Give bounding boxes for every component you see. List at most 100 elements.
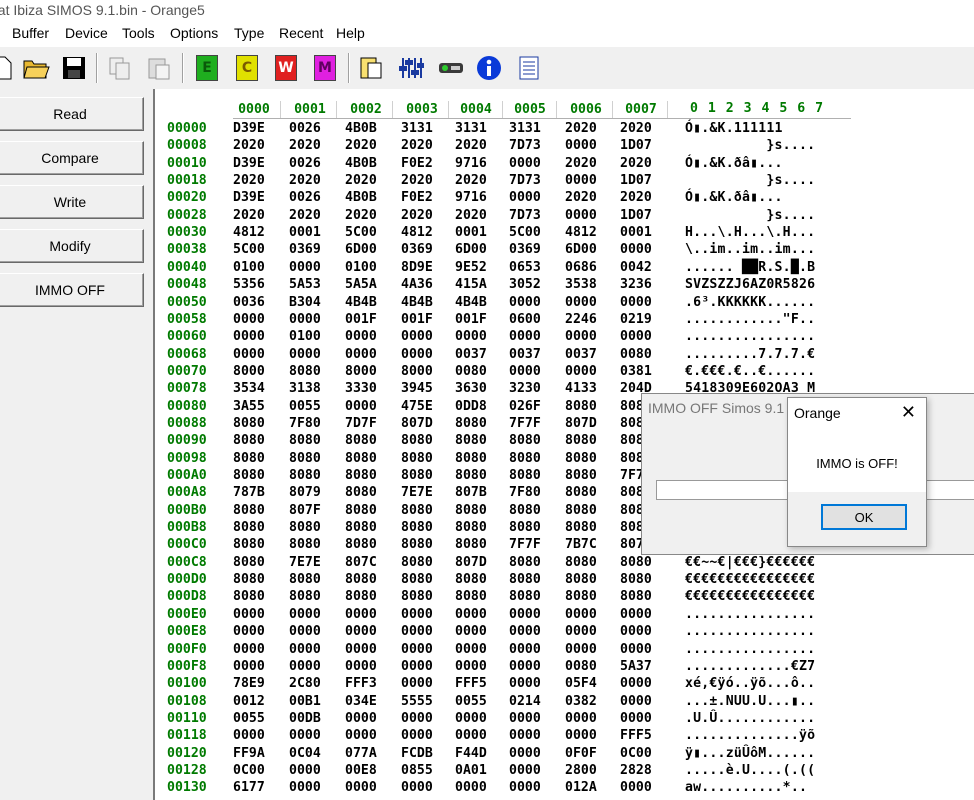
hex-cell[interactable]: 7B7C — [565, 536, 597, 553]
hex-cell[interactable]: 1D07 — [620, 137, 652, 154]
hex-cell[interactable]: 0000 — [565, 363, 597, 380]
hex-cell[interactable]: 0A01 — [455, 762, 487, 779]
hex-cell[interactable]: 8080 — [565, 571, 597, 588]
hex-cell[interactable]: 0055 — [455, 693, 487, 710]
hex-cell[interactable]: 8080 — [455, 467, 487, 484]
hex-cell[interactable]: 0000 — [345, 328, 377, 345]
hex-cell[interactable]: 0000 — [455, 641, 487, 658]
hex-cell[interactable]: 4812 — [401, 224, 433, 241]
hex-cell[interactable]: 8080 — [455, 536, 487, 553]
ascii-cell[interactable]: .....è.U....(.(( — [685, 762, 815, 779]
hex-cell[interactable]: 8080 — [289, 536, 321, 553]
compare-button[interactable]: Compare — [0, 141, 144, 175]
hex-cell[interactable]: 8080 — [289, 450, 321, 467]
hex-cell[interactable]: 8080 — [345, 588, 377, 605]
ascii-cell[interactable]: H...\.H...\.H... — [685, 224, 815, 241]
hex-cell[interactable]: FFF3 — [345, 675, 377, 692]
hex-cell[interactable]: 00DB — [289, 710, 321, 727]
hex-cell[interactable]: 8000 — [401, 363, 433, 380]
menu-tools[interactable]: Tools — [122, 25, 155, 41]
hex-cell[interactable]: 0080 — [455, 363, 487, 380]
hex-cell[interactable]: 7F80 — [509, 484, 541, 501]
hex-cell[interactable]: 2020 — [289, 172, 321, 189]
hex-cell[interactable]: 8080 — [345, 450, 377, 467]
hex-cell[interactable]: 0080 — [565, 658, 597, 675]
hex-cell[interactable]: 8080 — [289, 588, 321, 605]
hex-cell[interactable]: 8080 — [233, 588, 265, 605]
new-file-icon[interactable] — [0, 54, 16, 82]
hex-cell[interactable]: FF9A — [233, 745, 265, 762]
hex-cell[interactable]: 0100 — [345, 259, 377, 276]
hex-cell[interactable]: 0000 — [565, 137, 597, 154]
hex-cell[interactable]: 8080 — [233, 502, 265, 519]
hex-cell[interactable]: 0000 — [345, 727, 377, 744]
hex-cell[interactable]: 6D00 — [455, 241, 487, 258]
hex-cell[interactable]: 8080 — [455, 519, 487, 536]
hex-cell[interactable]: 0080 — [620, 346, 652, 363]
hex-cell[interactable]: 8080 — [401, 467, 433, 484]
hex-cell[interactable]: 0000 — [233, 641, 265, 658]
hex-cell[interactable]: 0000 — [565, 710, 597, 727]
menu-options[interactable]: Options — [170, 25, 218, 41]
hex-cell[interactable]: 7D73 — [509, 172, 541, 189]
hex-cell[interactable]: 0000 — [401, 623, 433, 640]
hex-cell[interactable]: 0000 — [620, 241, 652, 258]
hex-cell[interactable]: 8080 — [401, 450, 433, 467]
hex-cell[interactable]: 026F — [509, 398, 541, 415]
hex-cell[interactable]: 0369 — [509, 241, 541, 258]
hex-cell[interactable]: 4B4B — [345, 294, 377, 311]
hex-cell[interactable]: 5A5A — [345, 276, 377, 293]
ok-button[interactable]: OK — [821, 504, 907, 530]
ascii-cell[interactable]: aw..........*.. — [685, 779, 807, 796]
notes-icon[interactable] — [515, 54, 543, 82]
info-icon[interactable] — [475, 54, 503, 82]
hex-cell[interactable]: 001F — [345, 311, 377, 328]
ascii-cell[interactable]: ...... ██R.S.█.B — [685, 259, 815, 276]
hex-cell[interactable]: 0000 — [565, 294, 597, 311]
hex-cell[interactable]: 3131 — [455, 120, 487, 137]
menu-help[interactable]: Help — [336, 25, 365, 41]
hex-cell[interactable]: 0600 — [509, 311, 541, 328]
hex-cell[interactable]: 0000 — [289, 727, 321, 744]
hex-cell[interactable]: 2020 — [565, 120, 597, 137]
hex-cell[interactable]: 077A — [345, 745, 377, 762]
hex-cell[interactable]: 0026 — [289, 155, 321, 172]
hex-cell[interactable]: 2020 — [620, 155, 652, 172]
hex-cell[interactable]: 2828 — [620, 762, 652, 779]
hex-cell[interactable]: 0000 — [565, 623, 597, 640]
menu-device[interactable]: Device — [65, 25, 108, 41]
hex-cell[interactable]: 3534 — [233, 380, 265, 397]
hex-cell[interactable]: 8080 — [345, 571, 377, 588]
hex-cell[interactable]: 3538 — [565, 276, 597, 293]
hex-cell[interactable]: 0000 — [455, 710, 487, 727]
hex-cell[interactable]: 8080 — [289, 519, 321, 536]
hex-cell[interactable]: 8080 — [620, 571, 652, 588]
hex-cell[interactable]: 8080 — [233, 571, 265, 588]
hex-cell[interactable]: 9716 — [455, 189, 487, 206]
hex-cell[interactable]: 7E7E — [401, 484, 433, 501]
hex-cell[interactable]: 0000 — [401, 658, 433, 675]
hex-cell[interactable]: 0382 — [565, 693, 597, 710]
hex-cell[interactable]: 2020 — [455, 207, 487, 224]
hex-cell[interactable]: 0055 — [233, 710, 265, 727]
hex-cell[interactable]: 8080 — [401, 519, 433, 536]
hex-cell[interactable]: 8079 — [289, 484, 321, 501]
hex-cell[interactable]: 8080 — [565, 484, 597, 501]
hex-cell[interactable]: 7F7F — [509, 536, 541, 553]
hex-cell[interactable]: 0000 — [289, 762, 321, 779]
hex-cell[interactable]: 0055 — [289, 398, 321, 415]
hex-cell[interactable]: 0000 — [565, 328, 597, 345]
hex-cell[interactable]: 3236 — [620, 276, 652, 293]
hex-cell[interactable]: 0855 — [401, 762, 433, 779]
hex-cell[interactable]: 0000 — [289, 606, 321, 623]
hex-cell[interactable]: 3945 — [401, 380, 433, 397]
hex-cell[interactable]: 0000 — [401, 328, 433, 345]
hex-cell[interactable]: 8080 — [289, 571, 321, 588]
hex-cell[interactable]: 2020 — [289, 207, 321, 224]
ascii-cell[interactable]: ................ — [685, 623, 815, 640]
hex-cell[interactable]: 0C00 — [620, 745, 652, 762]
hex-cell[interactable]: FCDB — [401, 745, 433, 762]
hex-cell[interactable]: 0369 — [289, 241, 321, 258]
hex-cell[interactable]: 0037 — [509, 346, 541, 363]
hex-cell[interactable]: 8080 — [345, 432, 377, 449]
